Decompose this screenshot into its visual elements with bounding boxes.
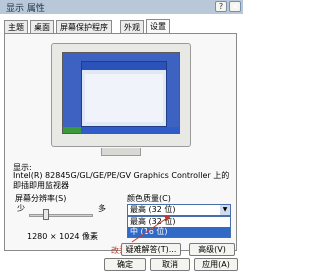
annotation-arrow: [131, 215, 171, 243]
advanced-button[interactable]: 高级(V): [189, 243, 235, 256]
apply-button[interactable]: 应用(A): [194, 258, 238, 271]
annotation-arrow-head: [164, 216, 170, 221]
troubleshoot-button[interactable]: 疑难解答(T)...: [121, 243, 181, 256]
cancel-button[interactable]: 取消: [150, 258, 190, 271]
annotation-arrow-line: [131, 215, 171, 243]
ok-button[interactable]: 确定: [104, 258, 146, 271]
